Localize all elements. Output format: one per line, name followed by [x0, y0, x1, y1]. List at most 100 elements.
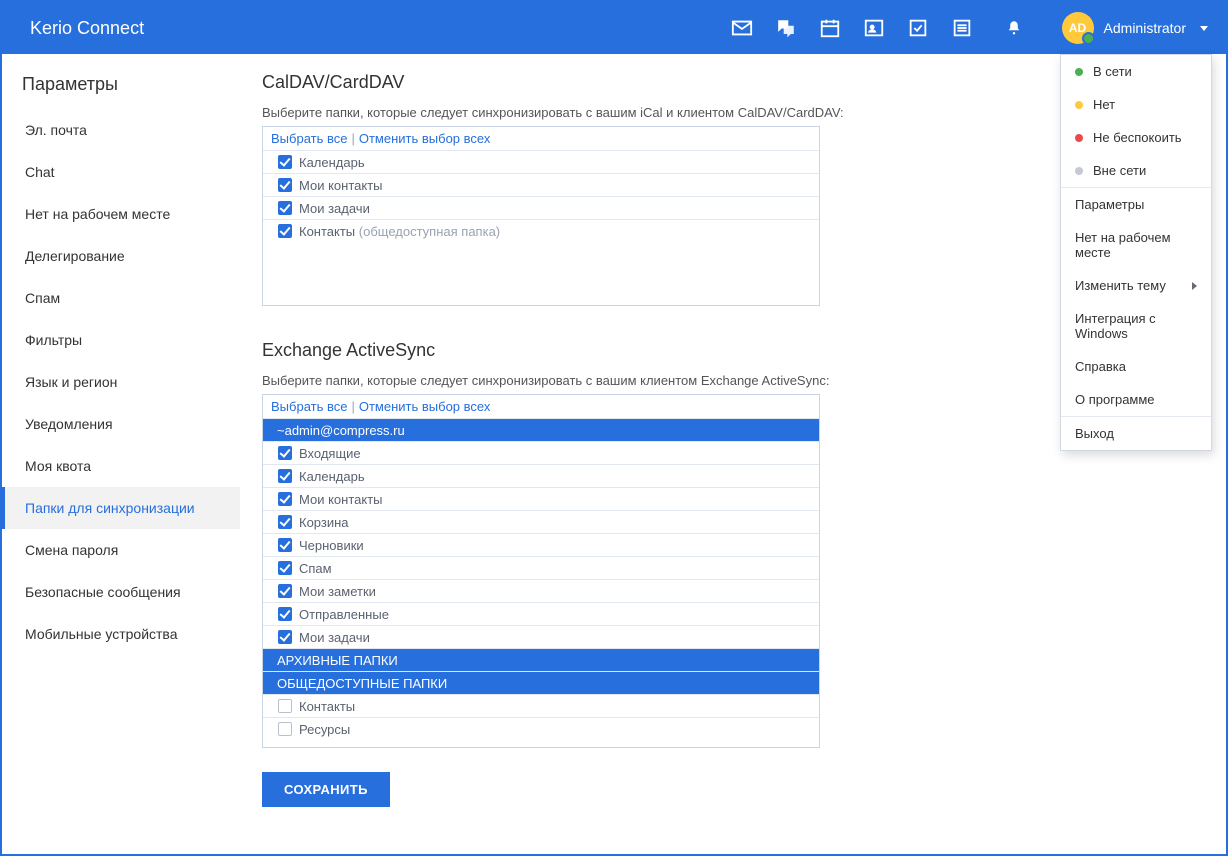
eas-panel: Выбрать все | Отменить выбор всех ~admin…	[262, 394, 820, 748]
sidebar-item[interactable]: Мобильные устройства	[2, 613, 240, 655]
checkbox[interactable]	[278, 561, 292, 575]
caldav-select-all[interactable]: Выбрать все	[271, 131, 347, 146]
list-item[interactable]: Календарь	[263, 150, 819, 173]
list-item[interactable]: Мои задачи	[263, 196, 819, 219]
menu-item[interactable]: Нет на рабочем месте	[1061, 221, 1211, 269]
list-section-header[interactable]: ОБЩЕДОСТУПНЫЕ ПАПКИ	[263, 671, 819, 694]
sidebar-item[interactable]: Безопасные сообщения	[2, 571, 240, 613]
list-item[interactable]: Мои контакты	[263, 487, 819, 510]
checkbox[interactable]	[278, 722, 292, 736]
header-toolbar: AD Administrator	[720, 2, 1208, 54]
sidebar-item[interactable]: Эл. почта	[2, 109, 240, 151]
sidebar: Параметры Эл. почтаChatНет на рабочем ме…	[2, 54, 240, 854]
notes-icon[interactable]	[940, 2, 984, 54]
status-label: Нет	[1093, 97, 1115, 112]
body: Параметры Эл. почтаChatНет на рабочем ме…	[2, 54, 1226, 854]
sidebar-item[interactable]: Папки для синхронизации	[2, 487, 240, 529]
status-option[interactable]: Не беспокоить	[1061, 121, 1211, 154]
list-item[interactable]: Корзина	[263, 510, 819, 533]
list-item-label: Черновики	[299, 538, 811, 553]
list-item[interactable]: Входящие	[263, 441, 819, 464]
contacts-icon[interactable]	[852, 2, 896, 54]
checkbox[interactable]	[278, 630, 292, 644]
eas-select-all[interactable]: Выбрать все	[271, 399, 347, 414]
checkbox[interactable]	[278, 492, 292, 506]
tasks-icon[interactable]	[896, 2, 940, 54]
checkbox[interactable]	[278, 178, 292, 192]
checkbox[interactable]	[278, 607, 292, 621]
list-item[interactable]: Черновики	[263, 533, 819, 556]
list-item[interactable]: Контакты	[263, 694, 819, 717]
menu-item[interactable]: О программе	[1061, 383, 1211, 416]
sidebar-item[interactable]: Уведомления	[2, 403, 240, 445]
eas-deselect-all[interactable]: Отменить выбор всех	[359, 399, 491, 414]
status-dot-icon	[1075, 134, 1083, 142]
list-item[interactable]: Мои контакты	[263, 173, 819, 196]
eas-list: ~admin@compress.ru Входящие Календарь Мои к…	[263, 418, 819, 740]
checkbox[interactable]	[278, 469, 292, 483]
status-label: В сети	[1093, 64, 1132, 79]
avatar: AD	[1062, 12, 1094, 44]
list-item[interactable]: Мои заметки	[263, 579, 819, 602]
list-item-label: Спам	[299, 561, 811, 576]
menu-item[interactable]: Справка	[1061, 350, 1211, 383]
caldav-panel: Выбрать все | Отменить выбор всех Календ…	[262, 126, 820, 306]
chat-icon[interactable]	[764, 2, 808, 54]
menu-item-label: Справка	[1075, 359, 1126, 374]
mail-icon[interactable]	[720, 2, 764, 54]
menu-item[interactable]: Интеграция с Windows	[1061, 302, 1211, 350]
checkbox[interactable]	[278, 538, 292, 552]
checkbox[interactable]	[278, 155, 292, 169]
list-item-label: Контакты	[299, 699, 811, 714]
checkbox[interactable]	[278, 201, 292, 215]
menu-item[interactable]: Изменить тему	[1061, 269, 1211, 302]
checkbox[interactable]	[278, 446, 292, 460]
list-section-header[interactable]: АРХИВНЫЕ ПАПКИ	[263, 648, 819, 671]
checkbox[interactable]	[278, 584, 292, 598]
menu-item-logout[interactable]: Выход	[1061, 417, 1211, 450]
status-option[interactable]: Нет	[1061, 88, 1211, 121]
list-item-label: Календарь	[299, 155, 811, 170]
list-item-label: Ресурсы	[299, 722, 811, 737]
menu-item-label: О программе	[1075, 392, 1155, 407]
menu-item-label: Интеграция с Windows	[1075, 311, 1197, 341]
list-item-label: Входящие	[299, 446, 811, 461]
list-item[interactable]: Отправленные	[263, 602, 819, 625]
eas-toolbar: Выбрать все | Отменить выбор всех	[263, 395, 819, 418]
sidebar-item[interactable]: Спам	[2, 277, 240, 319]
list-item[interactable]: Мои задачи	[263, 625, 819, 648]
user-menu-trigger[interactable]: AD Administrator	[1044, 12, 1208, 44]
sidebar-item[interactable]: Смена пароля	[2, 529, 240, 571]
caldav-deselect-all[interactable]: Отменить выбор всех	[359, 131, 491, 146]
calendar-icon[interactable]	[808, 2, 852, 54]
sidebar-item[interactable]: Нет на рабочем месте	[2, 193, 240, 235]
sidebar-item[interactable]: Chat	[2, 151, 240, 193]
sidebar-item[interactable]: Язык и регион	[2, 361, 240, 403]
status-label: Вне сети	[1093, 163, 1146, 178]
list-section-header[interactable]: ~admin@compress.ru	[263, 418, 819, 441]
menu-item[interactable]: Параметры	[1061, 188, 1211, 221]
status-option[interactable]: Вне сети	[1061, 154, 1211, 187]
list-item[interactable]: Контакты (общедоступная папка)	[263, 219, 819, 242]
chevron-down-icon	[1200, 26, 1208, 31]
menu-item-label: Параметры	[1075, 197, 1144, 212]
list-item-label: Календарь	[299, 469, 811, 484]
sidebar-item[interactable]: Делегирование	[2, 235, 240, 277]
notifications-icon[interactable]	[984, 19, 1044, 37]
checkbox[interactable]	[278, 699, 292, 713]
list-item-label: Контакты (общедоступная папка)	[299, 224, 811, 239]
list-item[interactable]: Спам	[263, 556, 819, 579]
sidebar-item[interactable]: Фильтры	[2, 319, 240, 361]
list-item[interactable]: Ресурсы	[263, 717, 819, 740]
save-button[interactable]: СОХРАНИТЬ	[262, 772, 390, 807]
list-item-label: Мои контакты	[299, 178, 811, 193]
checkbox[interactable]	[278, 515, 292, 529]
caldav-toolbar: Выбрать все | Отменить выбор всех	[263, 127, 819, 150]
checkbox[interactable]	[278, 224, 292, 238]
sidebar-item[interactable]: Моя квота	[2, 445, 240, 487]
status-option[interactable]: В сети	[1061, 55, 1211, 88]
status-label: Не беспокоить	[1093, 130, 1182, 145]
list-item[interactable]: Календарь	[263, 464, 819, 487]
status-dot-icon	[1075, 68, 1083, 76]
list-item-label: Мои задачи	[299, 201, 811, 216]
